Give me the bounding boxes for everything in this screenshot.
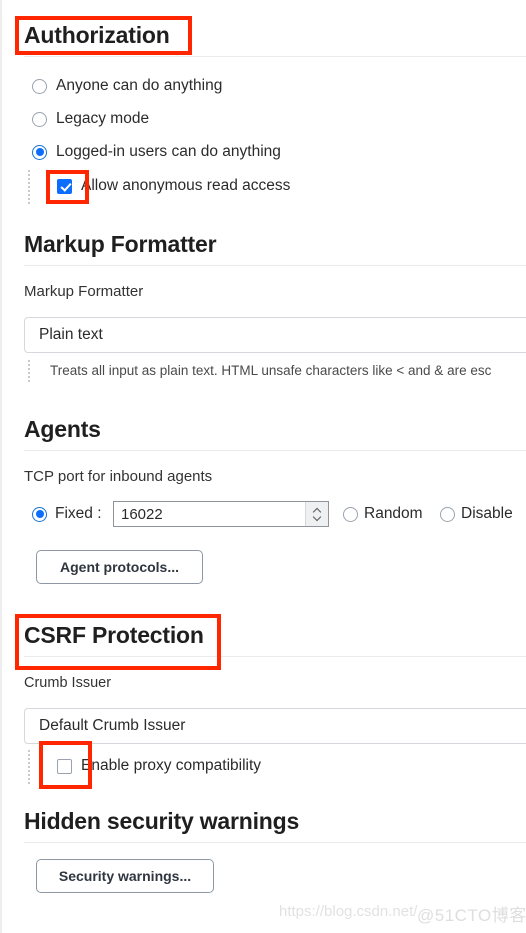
radio-logged-in-users-can-do-anything[interactable]: Logged-in users can do anything [32,143,281,161]
radio-fixed-port[interactable]: Fixed : [32,505,102,523]
radio-icon-selected[interactable] [32,506,47,522]
radio-label: Random [364,505,423,522]
markup-formatter-field-label: Markup Formatter [24,283,144,300]
chevron-down-icon[interactable] [313,515,322,520]
markup-formatter-heading: Markup Formatter [24,231,526,266]
number-spinner[interactable] [305,502,328,526]
checkbox-label: Enable proxy compatibility [81,757,262,774]
markup-formatter-select[interactable]: Plain text [24,317,526,353]
agent-protocols-button[interactable]: Agent protocols... [36,550,203,584]
radio-label: Legacy mode [56,110,150,127]
nesting-guide [28,360,30,382]
hidden-security-warnings-heading: Hidden security warnings [24,808,526,843]
csrf-protection-heading: CSRF Protection [24,622,526,657]
crumb-issuer-field-label: Crumb Issuer [24,675,112,691]
nesting-guide [28,750,30,784]
markup-formatter-selected-value: Plain text [39,326,103,343]
radio-icon[interactable] [32,78,47,94]
radio-icon-selected[interactable] [32,144,47,160]
radio-anyone-can-do-anything[interactable]: Anyone can do anything [32,77,222,95]
watermark-url: https://blog.csdn.net/ [279,903,418,920]
checkbox-icon-unchecked[interactable] [57,758,72,774]
radio-legacy-mode[interactable]: Legacy mode [32,110,149,128]
radio-label: Disable [461,505,513,522]
security-warnings-button[interactable]: Security warnings... [36,859,214,893]
checkbox-label: Allow anonymous read access [81,177,291,194]
agents-heading: Agents [24,416,526,451]
markup-formatter-help-text: Treats all input as plain text. HTML uns… [50,363,492,378]
crumb-issuer-select[interactable]: Default Crumb Issuer [24,708,526,744]
enable-proxy-compatibility-checkbox[interactable]: Enable proxy compatibility [57,757,261,775]
nesting-guide [28,170,30,204]
checkbox-icon-checked[interactable] [57,178,72,194]
crumb-issuer-selected-value: Default Crumb Issuer [39,717,186,734]
radio-icon[interactable] [440,506,455,522]
authorization-heading: Authorization [24,22,526,57]
radio-icon[interactable] [32,111,47,127]
radio-label: Logged-in users can do anything [56,143,281,160]
radio-disable-port[interactable]: Disable [440,505,513,523]
allow-anonymous-read-access-checkbox[interactable]: Allow anonymous read access [57,177,290,195]
tcp-port-value[interactable]: 16022 [114,502,305,526]
config-page: Authorization Anyone can do anything Leg… [0,0,526,933]
radio-random-port[interactable]: Random [343,505,423,523]
radio-label: Anyone can do anything [56,77,223,94]
watermark-handle: @51CTO博客 [417,906,526,925]
tcp-port-field-label: TCP port for inbound agents [24,468,213,485]
tcp-port-number-input[interactable]: 16022 [113,501,329,527]
radio-icon[interactable] [343,506,358,522]
radio-label: Fixed : [55,505,102,522]
